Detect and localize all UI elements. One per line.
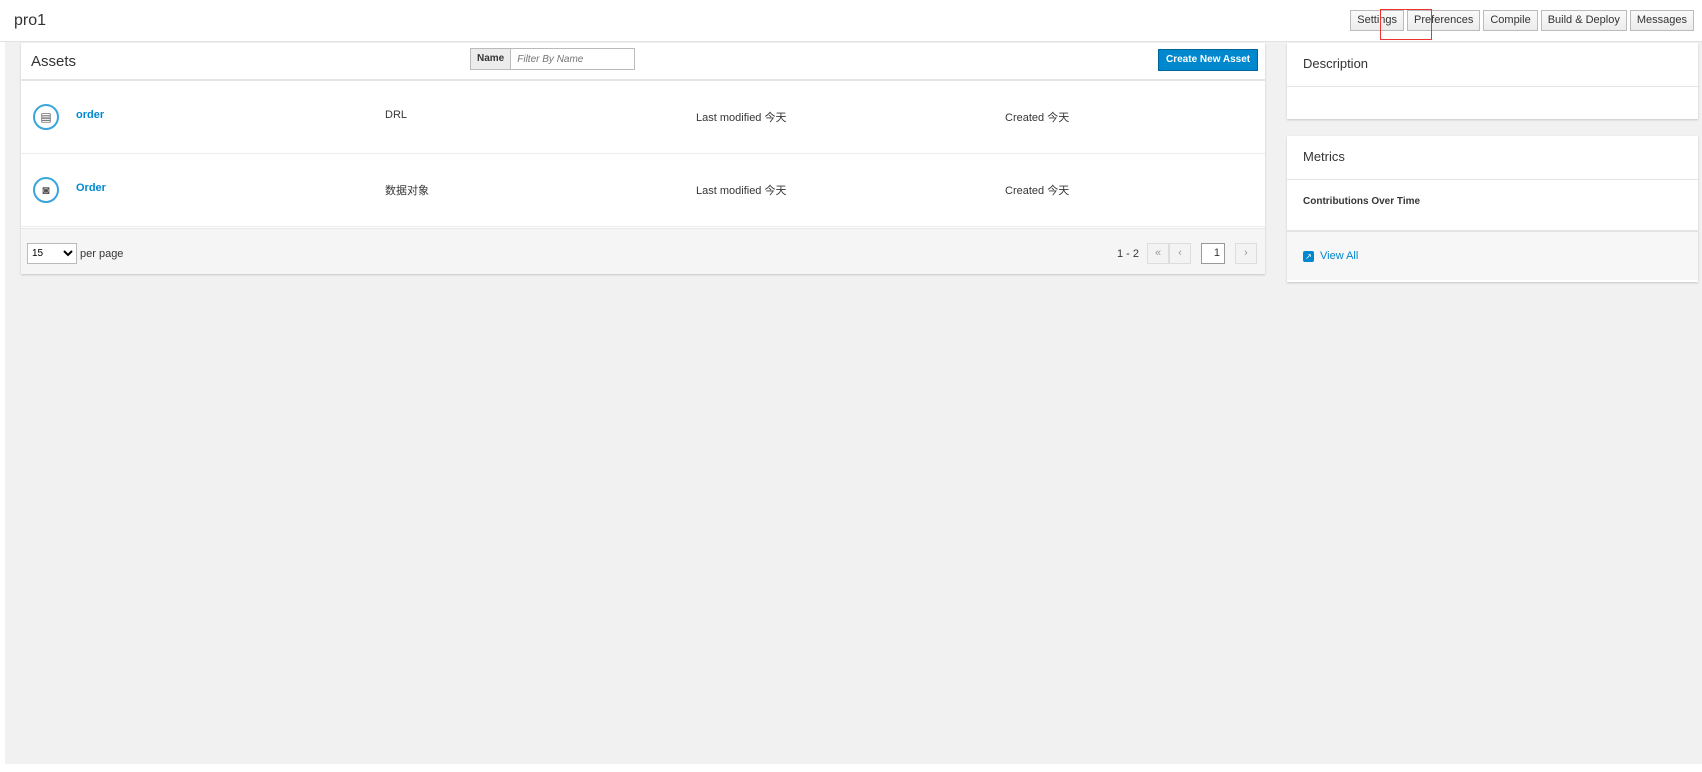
per-page-label: per page <box>80 247 124 260</box>
messages-button[interactable]: Messages <box>1629 10 1694 31</box>
prev-page-button[interactable]: ‹ <box>1169 243 1191 264</box>
page-number-input[interactable]: 1 <box>1201 243 1225 264</box>
next-page-button[interactable]: › <box>1235 243 1257 264</box>
description-title: Description <box>1287 43 1698 87</box>
asset-created: Created 今天 <box>1005 112 1070 124</box>
name-filter: Name <box>470 48 636 70</box>
page-range: 1 - 2 <box>1116 247 1139 260</box>
pagination-footer: 15 per page 1 - 2 « ‹ 1 › <box>21 228 1265 274</box>
contributions-label: Contributions Over Time <box>1287 180 1698 232</box>
assets-panel: Assets Name Create New Asset ▤ order DRL… <box>21 43 1265 274</box>
project-title: pro1 <box>14 12 47 29</box>
create-new-asset-button[interactable]: Create New Asset <box>1158 49 1259 71</box>
header: pro1 Settings Preferences Compile Build … <box>0 0 1702 42</box>
view-all-link[interactable]: ↗ View All <box>1287 232 1698 280</box>
table-row[interactable]: ▤ order DRL Last modified 今天 Created 今天 <box>21 81 1265 154</box>
filter-label: Name <box>470 48 512 70</box>
highlight-box <box>1380 9 1432 40</box>
external-link-icon: ↗ <box>1303 250 1314 262</box>
assets-title: Assets <box>31 53 77 70</box>
description-panel: Description <box>1287 43 1698 119</box>
asset-type: DRL <box>385 109 408 121</box>
compile-button[interactable]: Compile <box>1483 10 1538 31</box>
first-page-button[interactable]: « <box>1147 243 1169 264</box>
content-area: Assets Name Create New Asset ▤ order DRL… <box>5 42 1702 764</box>
build-deploy-button[interactable]: Build & Deploy <box>1540 10 1627 31</box>
asset-created: Created 今天 <box>1005 185 1070 197</box>
asset-modified: Last modified 今天 <box>696 112 787 124</box>
table-row[interactable]: ◙ Order 数据对象 Last modified 今天 Created 今天 <box>21 154 1265 227</box>
data-object-icon: ◙ <box>33 177 59 203</box>
filter-input[interactable] <box>511 48 636 70</box>
asset-modified: Last modified 今天 <box>696 185 787 197</box>
drl-file-icon: ▤ <box>33 104 59 130</box>
asset-type: 数据对象 <box>385 185 429 197</box>
metrics-panel: Metrics Contributions Over Time ↗ View A… <box>1287 136 1698 282</box>
view-all-label[interactable]: View All <box>1320 250 1358 262</box>
per-page-select[interactable]: 15 <box>27 243 77 264</box>
asset-name-link[interactable]: Order <box>76 182 106 194</box>
asset-name-link[interactable]: order <box>76 109 104 121</box>
metrics-title: Metrics <box>1287 136 1698 180</box>
